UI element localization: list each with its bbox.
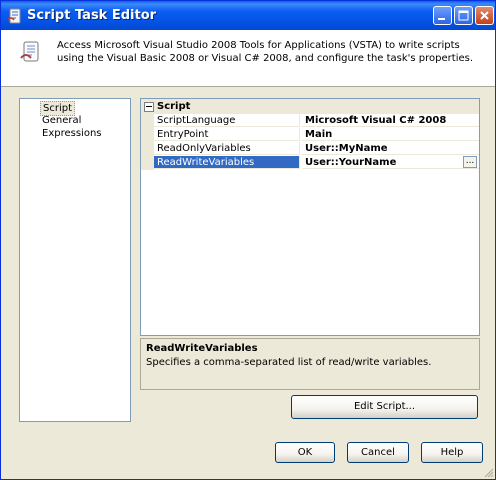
property-category-script[interactable]: Script: [141, 99, 479, 114]
page-navigation-list: Script General Expressions: [19, 98, 131, 422]
property-value[interactable]: User::YourName ...: [302, 156, 479, 169]
cancel-button[interactable]: Cancel: [347, 442, 409, 463]
nav-item-expressions[interactable]: Expressions: [40, 127, 104, 140]
collapse-icon[interactable]: [144, 102, 154, 112]
property-description-panel: ReadWriteVariables Specifies a comma-sep…: [140, 338, 480, 390]
property-value-text: User::YourName: [305, 157, 397, 168]
property-row-readonlyvariables[interactable]: ReadOnlyVariables User::MyName: [141, 142, 479, 156]
property-name: ReadOnlyVariables: [154, 142, 300, 155]
script-task-icon: [7, 8, 21, 24]
edit-script-button[interactable]: Edit Script...: [291, 395, 478, 419]
minimize-button[interactable]: [433, 6, 452, 25]
title-bar[interactable]: Script Task Editor: [1, 1, 495, 30]
category-label: Script: [157, 101, 191, 112]
close-icon: [480, 11, 489, 20]
header-panel: Access Microsoft Visual Studio 2008 Tool…: [1, 30, 495, 87]
property-name: ScriptLanguage: [154, 114, 300, 127]
property-name: ReadWriteVariables: [154, 156, 300, 169]
property-value[interactable]: Microsoft Visual C# 2008: [302, 114, 479, 127]
row-gutter: [141, 128, 154, 142]
row-gutter: [141, 156, 154, 170]
property-value[interactable]: User::MyName: [302, 142, 479, 155]
description-text: Specifies a comma-separated list of read…: [146, 357, 432, 368]
window-title: Script Task Editor: [27, 8, 157, 23]
ok-button[interactable]: OK: [275, 442, 335, 463]
resize-grip-icon[interactable]: [482, 466, 494, 478]
minimize-icon: [438, 18, 445, 20]
row-gutter: [141, 142, 154, 156]
maximize-button[interactable]: [454, 6, 473, 25]
property-row-entrypoint[interactable]: EntryPoint Main: [141, 128, 479, 142]
script-task-editor-window: Script Task Editor Access Microsoft Visu…: [0, 0, 496, 480]
description-title: ReadWriteVariables: [146, 343, 258, 354]
header-description: Access Microsoft Visual Studio 2008 Tool…: [57, 40, 474, 64]
property-grid: Script ScriptLanguage Microsoft Visual C…: [140, 98, 480, 336]
property-value[interactable]: Main: [302, 128, 479, 141]
maximize-icon: [458, 10, 469, 21]
close-button[interactable]: [475, 6, 494, 25]
ellipsis-button[interactable]: ...: [463, 156, 477, 168]
nav-item-general[interactable]: General: [40, 114, 83, 127]
property-row-readwritevariables[interactable]: ReadWriteVariables User::YourName ...: [141, 156, 479, 170]
property-name: EntryPoint: [154, 128, 300, 141]
row-gutter: [141, 114, 154, 128]
script-scroll-icon: [20, 41, 39, 62]
help-button[interactable]: Help: [421, 442, 483, 463]
property-row-scriptlanguage[interactable]: ScriptLanguage Microsoft Visual C# 2008: [141, 114, 479, 128]
